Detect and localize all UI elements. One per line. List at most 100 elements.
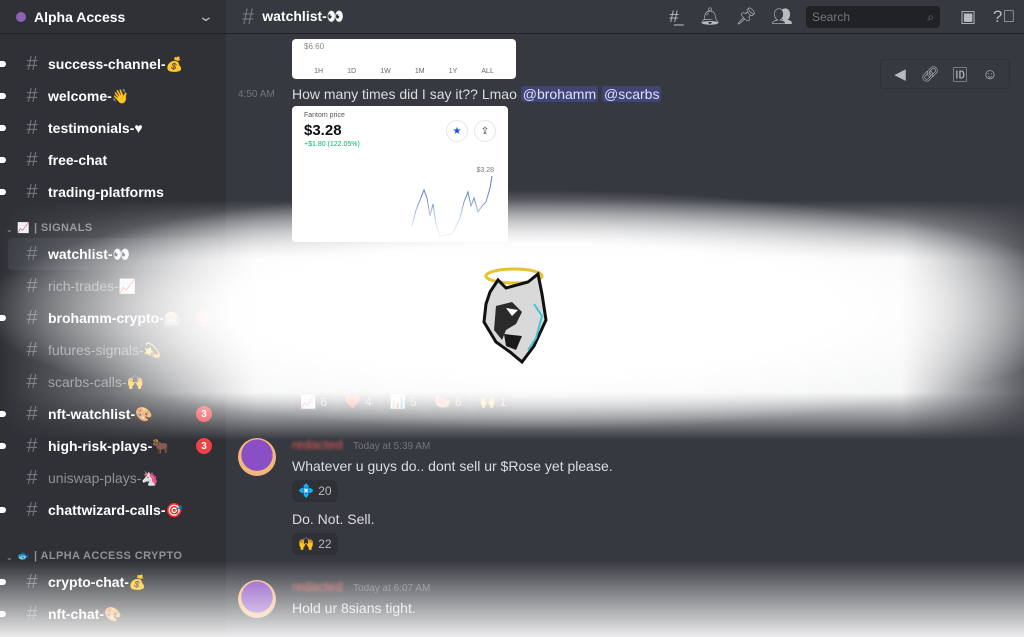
mention-brohamm[interactable]: @brohamm	[520, 86, 599, 102]
reply-icon[interactable]: ◀	[885, 65, 915, 83]
category-label: | ALPHA ACCESS CRYPTO	[33, 550, 183, 562]
username[interactable]: redacted	[292, 579, 343, 594]
price-chart-embed[interactable]: $6.60 1H 1D 1W 1M 1Y ALL	[292, 39, 516, 79]
hash-icon: #	[26, 274, 38, 297]
reaction[interactable]: 📈 6	[294, 391, 333, 413]
reaction-count: 22	[318, 537, 332, 551]
username[interactable]: redacted	[292, 437, 343, 452]
unread-indicator	[0, 93, 6, 99]
chevron-down-icon: ⌄	[6, 553, 14, 562]
channel-item[interactable]: # testimonials-♥	[0, 112, 218, 144]
channel-item[interactable]: # nft-watchlist-🎨 3	[0, 398, 218, 430]
chevron-down-icon[interactable]: ⌄	[198, 8, 214, 25]
reaction-count: 1	[499, 395, 507, 409]
reaction[interactable]: ❤️ 4	[338, 391, 378, 413]
add-reaction-icon[interactable]: ☺	[975, 66, 1005, 83]
link-icon[interactable]: 🔗︎	[915, 65, 945, 83]
help-icon[interactable]: ?⃝	[992, 7, 1016, 27]
server-name: Alpha Access	[34, 8, 126, 25]
channel-item[interactable]: # success-channel-💰	[0, 48, 218, 80]
message-header: redacted Today at 5:39 AM	[292, 436, 430, 454]
category-signals[interactable]: ⌄ 📈 | SIGNALS	[0, 208, 226, 238]
channel-name: chattwizard-calls-🎯	[48, 501, 183, 518]
channel-name: uniswap-plays-🦄	[48, 469, 159, 486]
hash-icon: #	[26, 116, 38, 139]
inbox-icon[interactable]: ▣	[956, 7, 980, 27]
mention-badge: 1	[196, 310, 212, 326]
search-box[interactable]: ⌕	[806, 6, 940, 28]
channel-name: nft-watchlist-🎨	[48, 405, 153, 422]
range-tab[interactable]: 1D	[347, 68, 356, 75]
channel-name: crypto-chat-💰	[48, 573, 147, 590]
channel-item[interactable]: # uniswap-plays-🦄	[8, 462, 218, 494]
range-tab[interactable]: 1H	[314, 68, 323, 75]
hash-icon: #	[26, 602, 38, 625]
channel-name: scarbs-calls-🙌	[48, 373, 144, 390]
bell-icon[interactable]: 🔔︎	[698, 7, 722, 27]
channel-item[interactable]: # chattwizard-calls-🎯	[0, 494, 218, 526]
hash-icon: #	[26, 466, 38, 489]
price-sparkline	[411, 175, 493, 237]
avatar[interactable]	[238, 438, 276, 476]
range-tab[interactable]: ALL	[481, 68, 493, 75]
channel-header: # watchlist-👀 #̲ 🔔︎ 📌︎ 👥︎ ⌕ ▣ ?⃝	[226, 0, 1024, 34]
reaction-count: 5	[409, 395, 417, 409]
message-hover-toolbar: ◀ 🔗︎ 🆔︎ ☺	[880, 59, 1010, 89]
hash-icon: #	[26, 52, 38, 75]
channel-item[interactable]: # free-chat	[0, 144, 218, 176]
search-input[interactable]	[812, 10, 928, 24]
reaction-emoji: 📈	[300, 394, 317, 409]
server-header[interactable]: Alpha Access ⌄	[0, 0, 226, 34]
hash-icon: #	[26, 434, 38, 457]
channel-item[interactable]: # trading-platforms	[0, 176, 218, 208]
reaction-count: 20	[318, 484, 332, 498]
reaction[interactable]: 📊 5	[383, 391, 423, 413]
mention-badge: 3	[196, 406, 212, 422]
message-timestamp: Today at 5:39 AM	[353, 441, 431, 452]
unread-indicator	[0, 611, 6, 617]
reaction[interactable]: 🙌 22	[292, 533, 338, 555]
channel-name: success-channel-💰	[48, 55, 183, 72]
reaction-count: 6	[454, 395, 462, 409]
channel-item[interactable]: # nft-chat-🎨	[0, 598, 218, 630]
channel-item[interactable]: # scarbs-calls-🙌	[8, 366, 218, 398]
unread-indicator	[0, 507, 6, 513]
message-header: redacted Today at 6:07 AM	[292, 578, 430, 596]
reaction-emoji: ❤️	[344, 394, 362, 409]
range-tab[interactable]: 1W	[380, 68, 391, 75]
server-icon	[16, 11, 26, 22]
channel-item[interactable]: # brohamm-crypto-🎰 1	[0, 302, 218, 334]
unread-indicator	[0, 411, 6, 417]
reaction[interactable]: 🍉 6	[428, 391, 468, 413]
channel-name: testimonials-♥	[48, 120, 143, 136]
channel-sidebar: Alpha Access ⌄ # success-channel-💰 # welcom…	[0, 0, 226, 637]
range-tab[interactable]: 1M	[415, 68, 425, 75]
message-timestamp: 4:50 AM	[238, 89, 275, 100]
hash-icon: #	[26, 570, 38, 593]
pin-icon[interactable]: 📌︎	[734, 7, 758, 27]
threads-icon[interactable]: #̲	[662, 7, 686, 27]
copy-id-icon[interactable]: 🆔︎	[945, 64, 975, 85]
range-tab[interactable]: 1Y	[449, 68, 458, 75]
channel-item[interactable]: # high-risk-plays-🐂 3	[0, 430, 218, 462]
channel-item[interactable]: # crypto-chat-💰	[0, 566, 218, 598]
channel-item[interactable]: # welcome-👋	[0, 80, 218, 112]
sparkline-path	[411, 175, 493, 237]
reaction[interactable]: 🙌 1	[473, 391, 513, 413]
channel-item[interactable]: # futures-signals-💫	[8, 334, 218, 366]
avatar[interactable]	[238, 580, 276, 618]
fish-emoji-icon: 🐟	[17, 551, 30, 562]
reaction-emoji: 🙌	[479, 394, 496, 409]
mention-scarbs[interactable]: @scarbs	[602, 86, 662, 102]
members-icon[interactable]: 👥︎	[770, 7, 794, 27]
category-alpha-access-crypto[interactable]: ⌄ 🐟 | ALPHA ACCESS CRYPTO	[0, 526, 226, 566]
channel-name: rich-trades-📈	[48, 277, 137, 294]
search-icon: ⌕	[927, 9, 934, 24]
channel-name: trading-platforms	[48, 184, 164, 200]
reaction[interactable]: 💠 20	[292, 480, 338, 502]
channel-name: nft-chat-🎨	[48, 605, 122, 622]
channel-item[interactable]: # rich-trades-📈	[8, 270, 218, 302]
reaction-count: 4	[365, 395, 372, 409]
channel-item[interactable]: # watchlist-👀	[8, 238, 218, 270]
fantom-price-embed[interactable]: Fantom price $3.28 +$1.80 (122.05%) ★ ⇪ …	[292, 106, 508, 242]
